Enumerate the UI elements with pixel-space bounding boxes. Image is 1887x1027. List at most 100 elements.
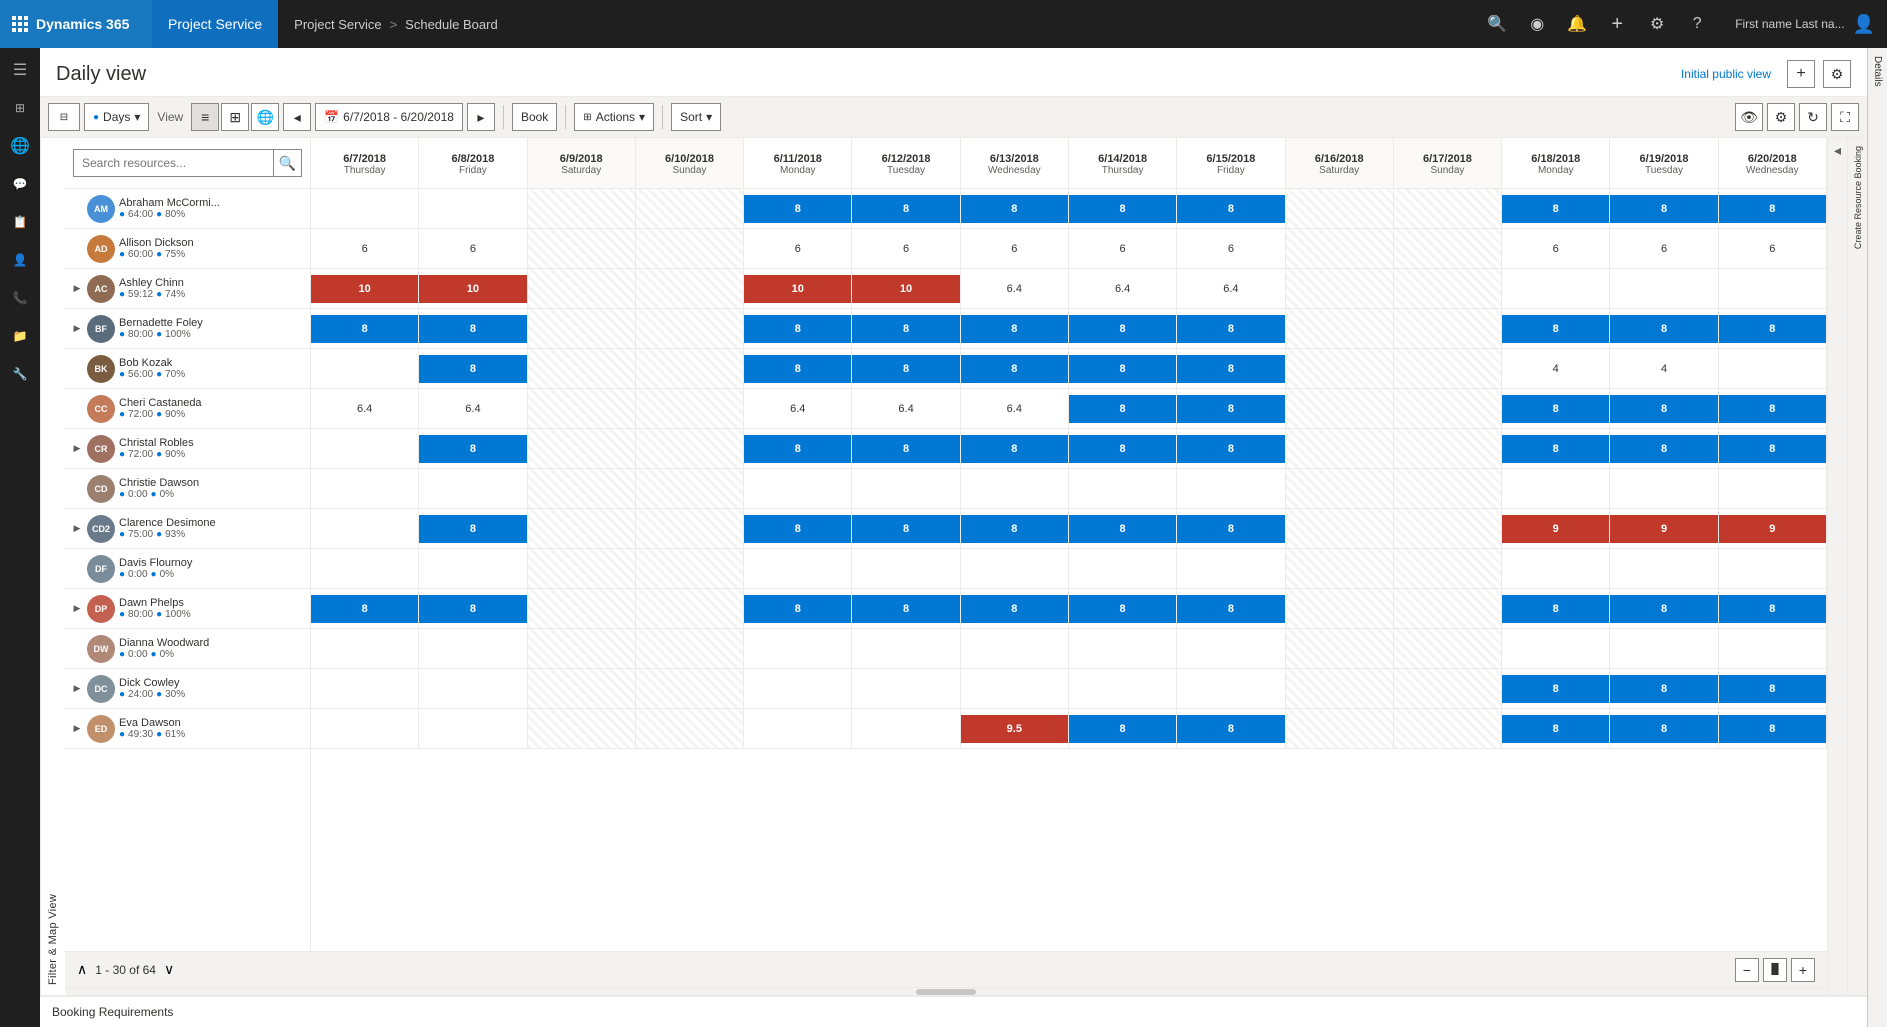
schedule-cell[interactable] <box>1502 629 1610 668</box>
booking-block[interactable]: 8 <box>1502 435 1609 463</box>
schedule-cell[interactable] <box>528 469 636 508</box>
schedule-cell[interactable]: 8 <box>419 309 527 348</box>
search-input[interactable] <box>73 149 274 177</box>
schedule-cell[interactable]: 8 <box>1502 709 1610 748</box>
schedule-cell[interactable] <box>528 189 636 228</box>
schedule-cell[interactable] <box>1394 549 1502 588</box>
booking-block[interactable]: 10 <box>852 275 959 303</box>
schedule-cell[interactable] <box>961 469 1069 508</box>
schedule-cell[interactable]: 8 <box>852 189 960 228</box>
booking-block[interactable]: 8 <box>1502 395 1609 423</box>
schedule-cell[interactable] <box>744 469 852 508</box>
schedule-cell[interactable]: 9.5 <box>961 709 1069 748</box>
schedule-cell[interactable] <box>311 349 419 388</box>
schedule-cell[interactable] <box>636 589 744 628</box>
schedule-cell[interactable] <box>528 429 636 468</box>
sort-dropdown-button[interactable]: Sort ▾ <box>671 103 721 131</box>
booking-block[interactable]: 8 <box>1177 595 1284 623</box>
sidebar-user-icon[interactable]: 👤 <box>2 242 38 278</box>
booking-block[interactable]: 8 <box>1069 395 1176 423</box>
booking-block[interactable]: 8 <box>1610 195 1717 223</box>
schedule-cell[interactable] <box>961 549 1069 588</box>
schedule-cell[interactable] <box>528 229 636 268</box>
booking-block[interactable]: 8 <box>744 355 851 383</box>
booking-block[interactable]: 8 <box>419 315 526 343</box>
schedule-cell[interactable] <box>1177 629 1285 668</box>
schedule-cell[interactable]: 8 <box>1177 509 1285 548</box>
schedule-cell[interactable] <box>1069 629 1177 668</box>
booking-block[interactable]: 8 <box>1177 395 1284 423</box>
sidebar-list-icon[interactable]: 📋 <box>2 204 38 240</box>
booking-block[interactable]: 10 <box>311 275 418 303</box>
help-icon[interactable]: ? <box>1679 6 1715 42</box>
booking-block[interactable]: 8 <box>1719 195 1826 223</box>
schedule-cell[interactable]: 8 <box>961 189 1069 228</box>
booking-block[interactable]: 8 <box>961 515 1068 543</box>
schedule-cell[interactable]: 8 <box>1069 509 1177 548</box>
schedule-cell[interactable] <box>636 629 744 668</box>
schedule-cell[interactable] <box>311 709 419 748</box>
booking-block[interactable]: 8 <box>961 195 1068 223</box>
sitemap-icon[interactable]: ◉ <box>1519 6 1555 42</box>
schedule-cell[interactable] <box>744 669 852 708</box>
resource-row[interactable]: ADAllison Dickson●60:00 ● 75% <box>65 229 310 269</box>
search-icon[interactable]: 🔍 <box>1479 6 1515 42</box>
breadcrumb-part1[interactable]: Project Service <box>294 17 381 32</box>
booking-block[interactable]: 8 <box>311 595 418 623</box>
schedule-cell[interactable]: 6.4 <box>852 389 960 428</box>
schedule-cell[interactable] <box>636 389 744 428</box>
booking-block[interactable]: 9 <box>1610 515 1717 543</box>
schedule-cell[interactable] <box>311 189 419 228</box>
schedule-cell[interactable] <box>1286 429 1394 468</box>
schedule-cell[interactable]: 9 <box>1719 509 1827 548</box>
schedule-cell[interactable] <box>311 429 419 468</box>
schedule-cell[interactable] <box>1286 709 1394 748</box>
plus-icon[interactable]: + <box>1599 6 1635 42</box>
scroll-handle[interactable] <box>916 989 976 995</box>
schedule-cell[interactable] <box>1394 309 1502 348</box>
schedule-cell[interactable] <box>1502 549 1610 588</box>
booking-block[interactable]: 8 <box>1719 315 1826 343</box>
schedule-cell[interactable]: 8 <box>419 509 527 548</box>
schedule-cell[interactable]: 6.4 <box>1177 269 1285 308</box>
schedule-cell[interactable]: 8 <box>744 429 852 468</box>
resource-row[interactable]: ▶CRChristal Robles●72:00 ● 90% <box>65 429 310 469</box>
schedule-cell[interactable] <box>1719 349 1827 388</box>
booking-block[interactable]: 8 <box>1177 715 1284 743</box>
module-name[interactable]: Project Service <box>152 0 278 48</box>
schedule-cell[interactable]: 6.4 <box>311 389 419 428</box>
resource-row[interactable]: AMAbraham McCormi...●64:00 ● 80% <box>65 189 310 229</box>
filter-map-view-panel[interactable]: Filter & Map View <box>40 138 65 995</box>
schedule-cell[interactable] <box>1286 629 1394 668</box>
list-view-button[interactable]: ≡ <box>191 103 219 131</box>
resource-expand-icon[interactable] <box>71 563 83 575</box>
schedule-cell[interactable]: 8 <box>1177 589 1285 628</box>
schedule-cell[interactable] <box>636 549 744 588</box>
schedule-cell[interactable]: 8 <box>1502 189 1610 228</box>
booking-block[interactable]: 8 <box>852 195 959 223</box>
booking-block[interactable]: 8 <box>419 435 526 463</box>
booking-block[interactable]: 8 <box>419 355 526 383</box>
schedule-cell[interactable] <box>528 589 636 628</box>
schedule-cell[interactable]: 8 <box>1069 349 1177 388</box>
schedule-cell[interactable] <box>744 549 852 588</box>
booking-block[interactable]: 8 <box>1177 435 1284 463</box>
sidebar-chat-icon[interactable]: 💬 <box>2 166 38 202</box>
booking-block[interactable]: 8 <box>961 315 1068 343</box>
schedule-cell[interactable]: 8 <box>1069 589 1177 628</box>
booking-block[interactable]: 8 <box>1610 675 1717 703</box>
schedule-cell[interactable] <box>636 509 744 548</box>
booking-block[interactable]: 8 <box>1610 715 1717 743</box>
schedule-cell[interactable] <box>311 509 419 548</box>
schedule-cell[interactable] <box>1286 189 1394 228</box>
schedule-cell[interactable]: 8 <box>1610 309 1718 348</box>
view-settings-button[interactable]: ⚙ <box>1823 60 1851 88</box>
schedule-cell[interactable]: 9 <box>1502 509 1610 548</box>
schedule-cell[interactable]: 8 <box>1719 309 1827 348</box>
schedule-cell[interactable]: 6 <box>1502 229 1610 268</box>
resource-row[interactable]: DFDavis Flournoy●0:00 ● 0% <box>65 549 310 589</box>
schedule-cell[interactable] <box>528 349 636 388</box>
schedule-cell[interactable] <box>311 629 419 668</box>
booking-block[interactable]: 8 <box>744 515 851 543</box>
search-button[interactable]: 🔍 <box>274 149 302 177</box>
